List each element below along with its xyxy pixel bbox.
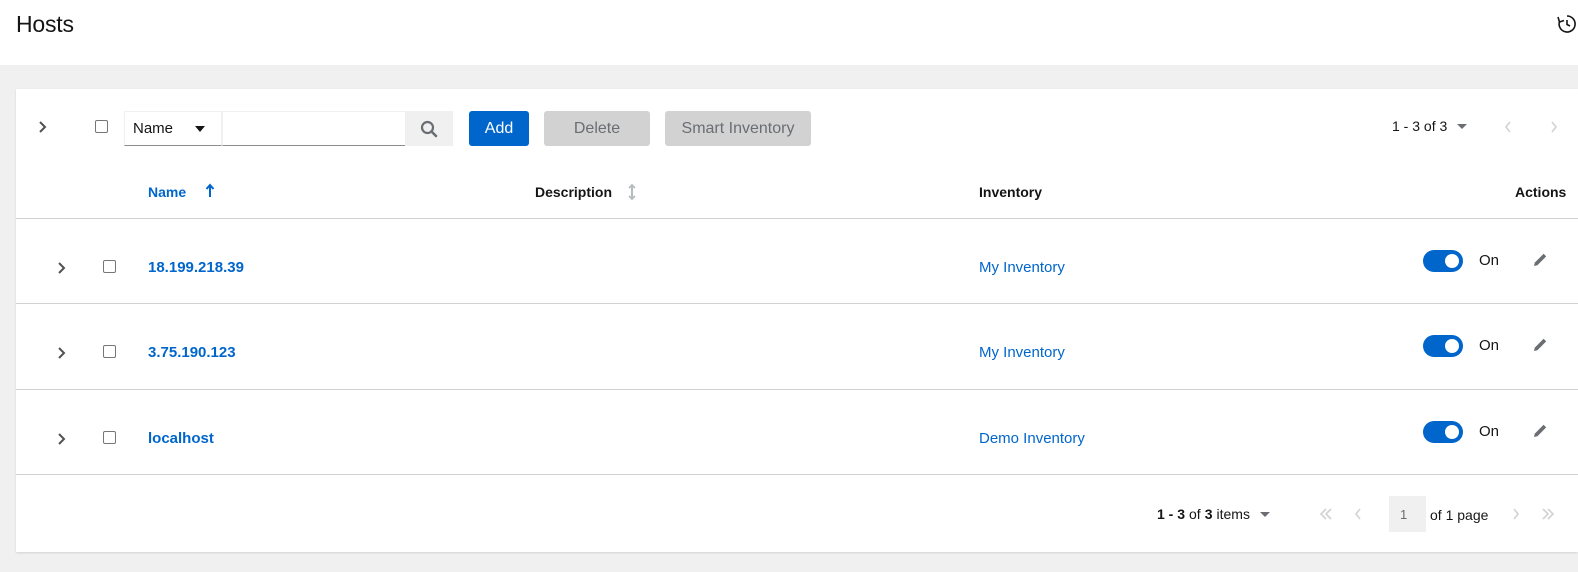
smart-inventory-button[interactable]: Smart Inventory	[665, 111, 811, 146]
row-divider	[16, 389, 1578, 390]
row-expand-toggle[interactable]	[54, 431, 70, 447]
next-page-button[interactable]	[1508, 506, 1524, 522]
double-chevron-left-icon	[1319, 508, 1332, 520]
toggle-knob	[1445, 425, 1459, 439]
column-header-description[interactable]: Description	[535, 184, 612, 200]
select-all-checkbox[interactable]	[95, 120, 108, 133]
column-header-inventory: Inventory	[979, 184, 1043, 200]
host-enabled-toggle[interactable]	[1423, 421, 1463, 443]
row-checkbox[interactable]	[103, 260, 116, 273]
filter-field-select[interactable]: Name	[124, 111, 222, 146]
double-chevron-right-icon	[1542, 508, 1555, 520]
previous-page-button[interactable]	[1350, 506, 1366, 522]
caret-down-icon	[195, 126, 205, 132]
inventory-link[interactable]: Demo Inventory	[979, 430, 1085, 447]
row-expand-toggle[interactable]	[54, 345, 70, 361]
add-button[interactable]: Add	[469, 111, 529, 146]
search-input[interactable]	[222, 111, 406, 146]
chevron-right-icon	[58, 262, 66, 274]
edit-button[interactable]	[1530, 421, 1550, 441]
history-icon[interactable]	[1556, 13, 1578, 35]
column-header-actions: Actions	[1515, 184, 1567, 200]
page-header: Hosts	[0, 0, 1578, 65]
previous-page-button-top[interactable]	[1500, 119, 1516, 135]
expand-all-toggle[interactable]	[32, 116, 54, 138]
search-icon	[420, 120, 438, 137]
toggle-knob	[1445, 254, 1459, 268]
pencil-icon	[1534, 253, 1547, 266]
chevron-right-icon	[58, 347, 66, 359]
column-header-name[interactable]: Name	[148, 184, 186, 200]
hosts-list-card	[16, 89, 1578, 552]
row-divider	[16, 303, 1578, 304]
current-page-input[interactable]: 1	[1389, 496, 1426, 532]
page-title: Hosts	[16, 11, 74, 37]
pagination-range: 1 - 3	[1157, 506, 1186, 522]
pagination-toggle-top[interactable]: 1 - 3 of 3	[1392, 118, 1468, 134]
edit-button[interactable]	[1530, 250, 1550, 270]
filter-field-label: Name	[133, 120, 174, 137]
chevron-right-icon	[1513, 508, 1520, 520]
next-page-button-top[interactable]	[1546, 119, 1562, 135]
pagination-of: of	[1189, 506, 1201, 522]
search-button[interactable]	[405, 111, 453, 146]
row-divider	[16, 474, 1578, 475]
toggle-knob	[1445, 339, 1459, 353]
pagination-toggle-bottom[interactable]: 1 - 3 of 3 items	[1157, 506, 1270, 522]
first-page-button[interactable]	[1318, 506, 1334, 522]
toggle-label: On	[1479, 423, 1500, 440]
last-page-button[interactable]	[1540, 506, 1556, 522]
caret-down-icon	[1457, 123, 1468, 129]
sort-ascending-icon	[205, 183, 215, 204]
host-enabled-toggle[interactable]	[1423, 250, 1463, 272]
toggle-label: On	[1479, 337, 1500, 354]
edit-button[interactable]	[1530, 335, 1550, 355]
inventory-link[interactable]: My Inventory	[979, 259, 1065, 276]
pencil-icon	[1534, 424, 1547, 437]
chevron-right-icon	[1551, 121, 1558, 133]
pagination-range-top: 1 - 3 of 3	[1392, 118, 1448, 134]
host-enabled-toggle[interactable]	[1423, 335, 1463, 357]
host-name-link[interactable]: 3.75.190.123	[148, 344, 236, 361]
row-checkbox[interactable]	[103, 431, 116, 444]
chevron-left-icon	[1354, 508, 1361, 520]
chevron-right-icon	[39, 121, 47, 133]
chevron-left-icon	[1504, 121, 1511, 133]
pagination-items-label: items	[1216, 506, 1250, 522]
pencil-icon	[1534, 338, 1547, 351]
pagination-total: 3	[1204, 506, 1213, 522]
header-divider	[16, 218, 1578, 219]
host-name-link[interactable]: localhost	[148, 430, 214, 447]
toggle-label: On	[1479, 252, 1500, 269]
inventory-link[interactable]: My Inventory	[979, 344, 1065, 361]
row-expand-toggle[interactable]	[54, 260, 70, 276]
host-name-link[interactable]: 18.199.218.39	[148, 259, 244, 276]
row-checkbox[interactable]	[103, 345, 116, 358]
chevron-right-icon	[58, 433, 66, 445]
total-pages-label: of 1 page	[1430, 507, 1489, 523]
sort-unsorted-icon	[627, 183, 637, 206]
delete-button[interactable]: Delete	[544, 111, 650, 146]
caret-down-icon	[1259, 511, 1270, 517]
